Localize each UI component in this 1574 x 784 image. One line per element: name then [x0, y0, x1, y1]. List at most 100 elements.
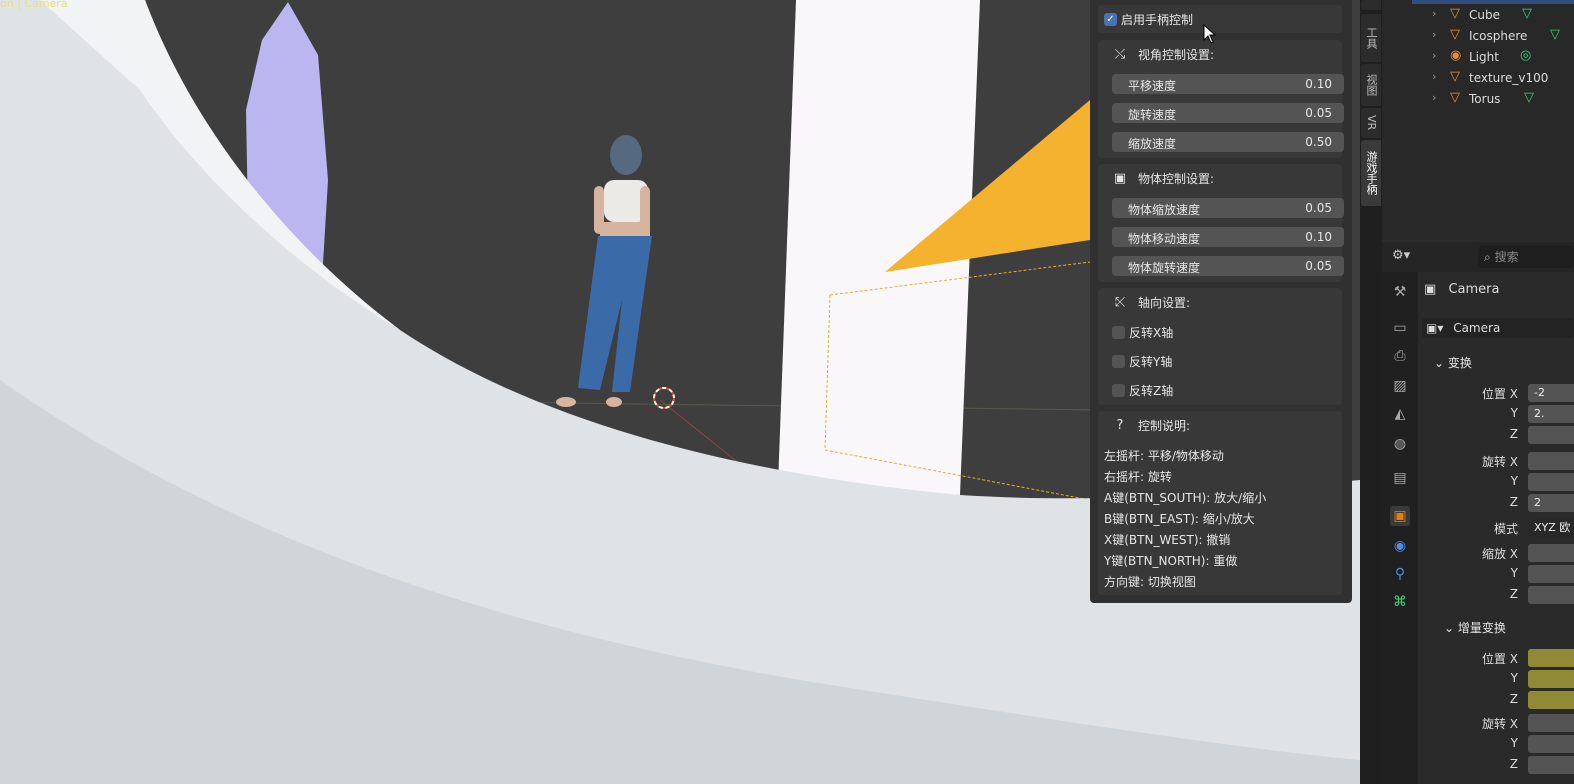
view-layer-tab-icon[interactable]: ▨	[1390, 376, 1410, 396]
scale-z-field[interactable]	[1528, 586, 1574, 604]
delta-location-z-field[interactable]	[1528, 691, 1574, 709]
axis-settings-section: ⤪ 轴向设置: 反转X轴 反转Y轴 反转Z轴	[1098, 288, 1342, 405]
delta-transform-title: 增量变换	[1457, 621, 1506, 635]
editor-type-icon[interactable]: ⚙▾	[1392, 248, 1418, 266]
delta-location-z-label: Z	[1509, 692, 1518, 706]
world-tab-icon[interactable]: ◍	[1390, 434, 1410, 454]
rotation-y-field[interactable]	[1528, 473, 1574, 491]
object-name: Camera	[1448, 282, 1500, 297]
zoom-speed-label: 缩放速度	[1128, 137, 1177, 151]
gamepad-sidebar-panel: ✓ 启用手柄控制 ⤯ 视角控制设置: 平移速度 0.10 旋转速度 0.05 缩…	[1090, 0, 1352, 603]
rotation-mode-dropdown[interactable]: XYZ 欧	[1528, 519, 1574, 537]
tab-view[interactable]: 视图	[1361, 64, 1381, 106]
expand-arrow-icon[interactable]: ›	[1432, 91, 1436, 104]
camera-data-tab-icon[interactable]: ⌘	[1390, 592, 1410, 612]
invert-z-checkbox[interactable]: 反转Z轴	[1112, 382, 1173, 399]
scene-tab-icon[interactable]: ◭	[1390, 404, 1410, 424]
location-x-label: 位置 X	[1481, 387, 1518, 401]
invert-y-label: 反转Y轴	[1129, 355, 1173, 369]
enable-gamepad-checkbox[interactable]: ✓ 启用手柄控制	[1104, 11, 1193, 28]
object-tab-icon[interactable]: ▣	[1390, 506, 1410, 526]
delta-rotation-y-field[interactable]	[1528, 735, 1574, 753]
location-y-field[interactable]: 2.	[1528, 405, 1574, 423]
datablock-name: Camera	[1453, 321, 1501, 335]
checkbox-checked-icon: ✓	[1104, 13, 1117, 26]
object-move-speed-slider[interactable]: 物体移动速度 0.10	[1112, 227, 1344, 247]
outliner-row[interactable]: › ◉ Light ◎	[1382, 47, 1574, 67]
sidebar-tabs: 工具 视图 VR 游戏手柄	[1360, 0, 1382, 784]
physics-tab-icon[interactable]: ◉	[1390, 536, 1410, 556]
object-move-speed-value: 0.10	[1305, 230, 1332, 244]
object-scale-speed-label: 物体缩放速度	[1128, 203, 1201, 217]
tab-gamepad[interactable]: 游戏手柄	[1361, 140, 1381, 206]
object-move-speed-label: 物体移动速度	[1128, 232, 1201, 246]
tab-vr[interactable]: VR	[1361, 108, 1381, 138]
render-tab-icon[interactable]: ▭	[1390, 318, 1410, 338]
invert-y-checkbox[interactable]: 反转Y轴	[1112, 353, 1172, 370]
light-icon: ◉	[1450, 48, 1462, 63]
light-data-icon: ◎	[1520, 48, 1532, 63]
invert-z-label: 反转Z轴	[1129, 384, 1174, 398]
properties-tabs: ⚒ ▭ ⎙ ▨ ◭ ◍ ▤ ▣ ◉ ⚲ ⌘	[1382, 272, 1418, 784]
transform-panel-header[interactable]: ⌄ 变换	[1434, 354, 1472, 371]
expand-arrow-icon[interactable]: ›	[1432, 7, 1436, 20]
delta-transform-header[interactable]: ⌄ 增量变换	[1444, 619, 1506, 636]
control-help-header: ? 控制说明:	[1112, 417, 1191, 434]
constraints-tab-icon[interactable]: ⚲	[1390, 564, 1410, 584]
tab-tool[interactable]: 工具	[1361, 14, 1381, 62]
delta-location-x-field[interactable]	[1528, 649, 1574, 667]
object-icon: ▣▾	[1426, 321, 1444, 335]
rotation-x-label: 旋转 X	[1481, 455, 1518, 469]
delta-location-y-field[interactable]	[1528, 670, 1574, 688]
rotation-y-label: Y	[1510, 474, 1518, 488]
invert-x-checkbox[interactable]: 反转X轴	[1112, 324, 1173, 341]
outliner: › ▽ Cube ▽ › ▽ Icosphere ▽ › ◉ Light ◎ ›…	[1382, 0, 1574, 240]
properties-header: ⚙▾ ⌕ 搜索	[1382, 242, 1574, 272]
delta-rotation-x-field[interactable]	[1528, 714, 1574, 732]
rotate-speed-slider[interactable]: 旋转速度 0.05	[1112, 103, 1344, 123]
object-icon: ▣	[1424, 282, 1437, 297]
rotation-x-field[interactable]	[1528, 452, 1574, 470]
collection-tab-icon[interactable]: ▤	[1390, 468, 1410, 488]
rotation-z-field[interactable]: 2	[1528, 494, 1574, 512]
view-control-title: 视角控制设置:	[1138, 48, 1215, 62]
object-rotate-speed-value: 0.05	[1305, 259, 1332, 273]
outliner-row[interactable]: › ▽ texture_v100	[1382, 68, 1574, 88]
rotate-speed-label: 旋转速度	[1128, 108, 1177, 122]
object-rotate-speed-slider[interactable]: 物体旋转速度 0.05	[1112, 256, 1344, 276]
delta-rotation-z-field[interactable]	[1528, 756, 1574, 774]
zoom-speed-slider[interactable]: 缩放速度 0.50	[1112, 132, 1344, 152]
view-control-section: ⤯ 视角控制设置: 平移速度 0.10 旋转速度 0.05 缩放速度 0.50	[1098, 40, 1344, 158]
outliner-row[interactable]: › ▽ Cube ▽	[1382, 5, 1574, 25]
control-help-section: ? 控制说明: 左摇杆: 平移/物体移动 右摇杆: 旋转 A键(BTN_SOUT…	[1098, 411, 1342, 595]
pan-speed-slider[interactable]: 平移速度 0.10	[1112, 74, 1344, 94]
selected-row-highlight	[1412, 0, 1574, 4]
location-x-field[interactable]: -2	[1528, 384, 1574, 402]
output-tab-icon[interactable]: ⎙	[1390, 346, 1410, 366]
viewport-camera-label: on | Camera	[0, 0, 68, 10]
properties-search[interactable]: ⌕ 搜索	[1478, 246, 1574, 268]
enable-box: ✓ 启用手柄控制	[1098, 5, 1342, 33]
tool-tab-icon[interactable]: ⚒	[1390, 282, 1410, 302]
outliner-row[interactable]: › ▽ Icosphere ▽	[1382, 26, 1574, 46]
checkbox-unchecked-icon	[1112, 384, 1125, 397]
scale-x-field[interactable]	[1528, 544, 1574, 562]
expand-arrow-icon[interactable]: ›	[1432, 70, 1436, 83]
object-scale-speed-value: 0.05	[1305, 201, 1332, 215]
help-line: B键(BTN_EAST): 缩小/放大	[1104, 512, 1255, 526]
invert-x-label: 反转X轴	[1129, 326, 1174, 340]
expand-arrow-icon[interactable]: ›	[1432, 28, 1436, 41]
object-control-header: ▣ 物体控制设置:	[1112, 170, 1214, 187]
object-mesh-icon: ▽	[1450, 90, 1460, 105]
expand-arrow-icon[interactable]: ›	[1432, 49, 1436, 62]
chevron-down-icon: ⌄	[1434, 356, 1445, 370]
tab-item[interactable]	[1361, 0, 1381, 10]
object-scale-speed-slider[interactable]: 物体缩放速度 0.05	[1112, 198, 1344, 218]
object-datablock-field[interactable]: ▣▾ Camera	[1422, 318, 1574, 338]
help-line: X键(BTN_WEST): 撤销	[1104, 533, 1231, 547]
location-z-field[interactable]	[1528, 426, 1574, 444]
object-icon: ▣	[1113, 170, 1127, 186]
rotation-mode-label: 模式	[1493, 522, 1518, 536]
outliner-row[interactable]: › ▽ Torus ▽	[1382, 89, 1574, 109]
scale-y-field[interactable]	[1528, 565, 1574, 583]
